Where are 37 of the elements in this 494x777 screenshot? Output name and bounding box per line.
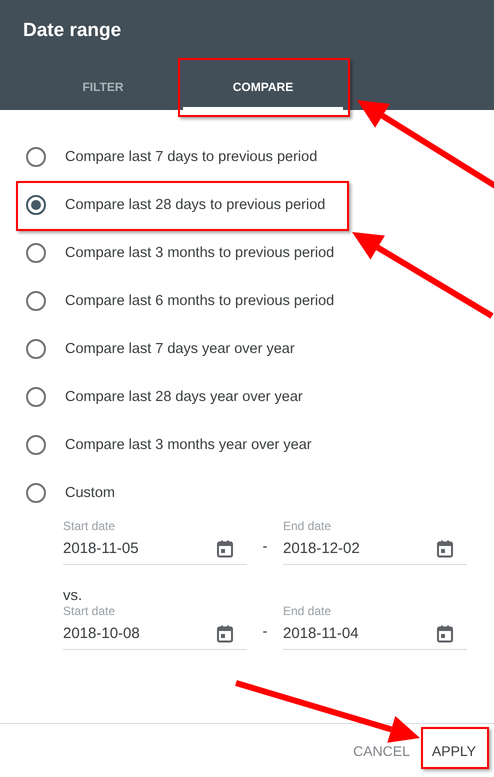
radio-button[interactable] — [26, 387, 46, 407]
option-label: Custom — [65, 485, 115, 501]
date-input[interactable]: 2018-12-02 — [283, 533, 467, 565]
field-label: End date — [283, 604, 332, 618]
date-input[interactable]: 2018-10-08 — [63, 618, 247, 650]
option-label: Compare last 7 days year over year — [65, 341, 295, 357]
tab[interactable]: COMPARE — [183, 62, 343, 110]
field-label: Start date — [63, 519, 116, 533]
range-separator: - — [262, 537, 268, 557]
calendar-icon[interactable] — [217, 540, 233, 558]
comparison-label: vs. — [63, 587, 82, 604]
radio-button[interactable] — [26, 339, 46, 359]
date-input[interactable]: 2018-11-04 — [283, 618, 467, 650]
radio-button[interactable] — [26, 435, 46, 455]
apply-button[interactable]: APPLY — [424, 734, 484, 766]
range-separator: - — [262, 622, 268, 642]
radio-button[interactable] — [26, 195, 46, 215]
cancel-button[interactable]: CANCEL — [345, 734, 418, 766]
highlight-box — [421, 727, 489, 769]
option-label: Compare last 6 months to previous period — [65, 293, 334, 309]
option-label: Compare last 28 days to previous period — [65, 197, 326, 213]
option-label: Compare last 7 days to previous period — [65, 149, 318, 165]
calendar-icon[interactable] — [437, 540, 453, 558]
calendar-icon[interactable] — [217, 624, 233, 642]
radio-button[interactable] — [26, 483, 46, 503]
radio-button[interactable] — [26, 147, 46, 167]
field-label: End date — [283, 519, 332, 533]
radio-button[interactable] — [26, 243, 46, 263]
calendar-icon[interactable] — [437, 624, 453, 642]
option-label: Compare last 3 months year over year — [65, 437, 312, 453]
radio-button[interactable] — [26, 291, 46, 311]
field-label: Start date — [63, 604, 116, 618]
option-label: Compare last 3 months to previous period — [65, 245, 334, 261]
tab[interactable]: FILTER — [23, 62, 183, 110]
dialog-title: Date range — [22, 19, 122, 42]
date-input[interactable]: 2018-11-05 — [63, 533, 247, 565]
option-label: Compare last 28 days year over year — [65, 389, 303, 405]
